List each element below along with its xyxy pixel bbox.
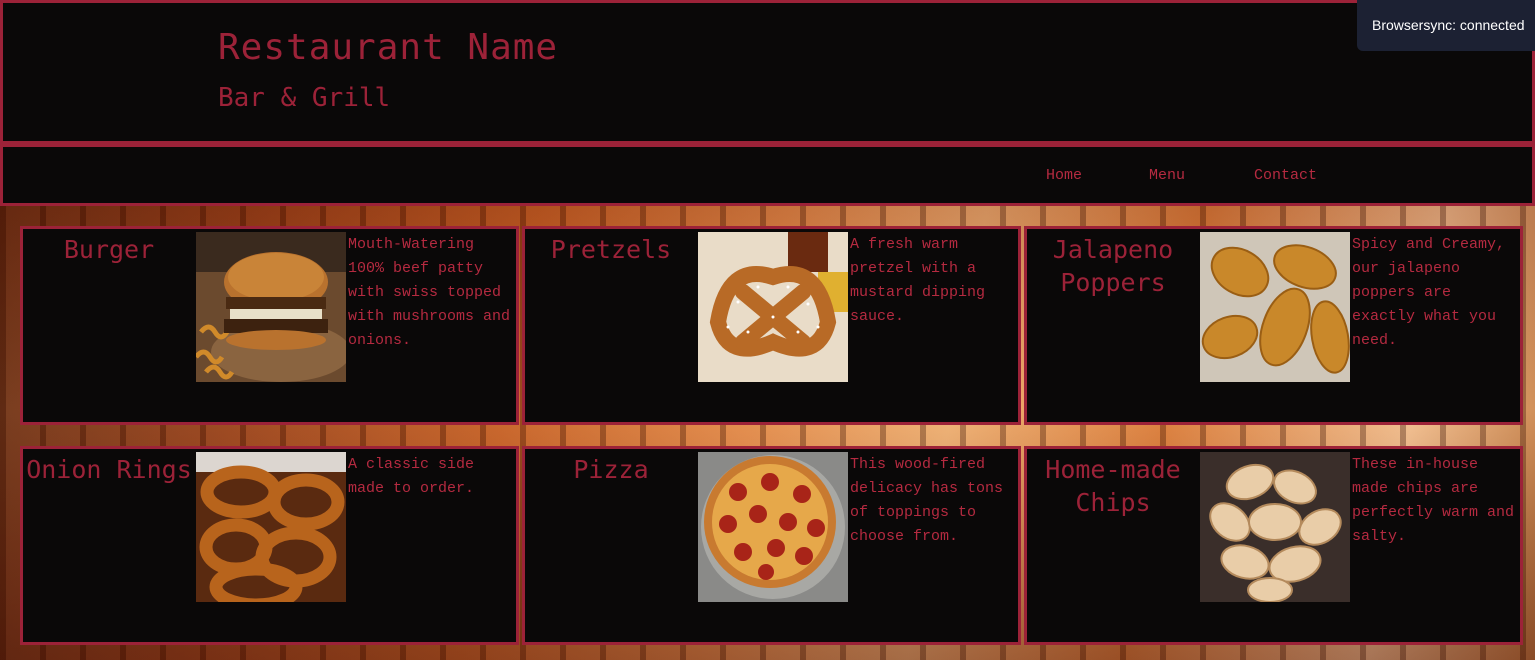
menu-card-pretzels: Pretzels A fresh warm pretzel with a mus… <box>522 226 1021 425</box>
menu-item-title: Home-made Chips <box>1045 455 1181 517</box>
menu-item-description: This wood-fired delicacy has tons of top… <box>850 456 1004 545</box>
main-nav: Home Menu Contact <box>0 144 1535 206</box>
pretzel-photo <box>698 232 848 382</box>
chips-photo <box>1200 452 1350 602</box>
burger-photo <box>196 232 346 382</box>
restaurant-tagline: Bar & Grill <box>218 83 391 113</box>
nav-menu-link[interactable]: Menu <box>1149 167 1185 184</box>
menu-card-pizza: Pizza This wood-fired delicacy has tons … <box>522 446 1021 645</box>
browsersync-notification: Browsersync: connected <box>1357 0 1535 51</box>
menu-item-title: Pizza <box>573 455 649 484</box>
restaurant-name: Restaurant Name <box>218 27 559 68</box>
jalapeno-poppers-photo <box>1200 232 1350 382</box>
nav-home-link[interactable]: Home <box>1046 167 1082 184</box>
menu-item-title: Jalapeno Poppers <box>1052 235 1174 297</box>
onion-rings-photo <box>196 452 346 602</box>
pizza-photo <box>698 452 848 602</box>
nav-contact-link[interactable]: Contact <box>1254 167 1317 184</box>
menu-item-description: These in-house made chips are perfectly … <box>1352 456 1515 545</box>
menu-item-title: Burger <box>63 235 155 264</box>
menu-item-description: Spicy and Creamy, our jalapeno poppers a… <box>1352 236 1506 349</box>
menu-card-jalapeno-poppers: Jalapeno Poppers Spicy and Creamy, our j… <box>1024 226 1523 425</box>
menu-card-home-made-chips: Home-made Chips These in-house made chip… <box>1024 446 1523 645</box>
menu-card-onion-rings: Onion Rings A classic side made to order… <box>20 446 519 645</box>
menu-card-burger: Burger Mouth-Watering 100% beef patty wi… <box>20 226 519 425</box>
menu-item-description: Mouth-Watering 100% beef patty with swis… <box>348 236 511 349</box>
menu-item-title: Onion Rings <box>26 455 192 484</box>
menu-item-title: Pretzels <box>550 235 672 264</box>
menu-item-description: A fresh warm pretzel with a mustard dipp… <box>850 236 986 325</box>
site-header: Restaurant Name Bar & Grill <box>0 0 1535 144</box>
menu-item-description: A classic side made to order. <box>348 456 475 497</box>
